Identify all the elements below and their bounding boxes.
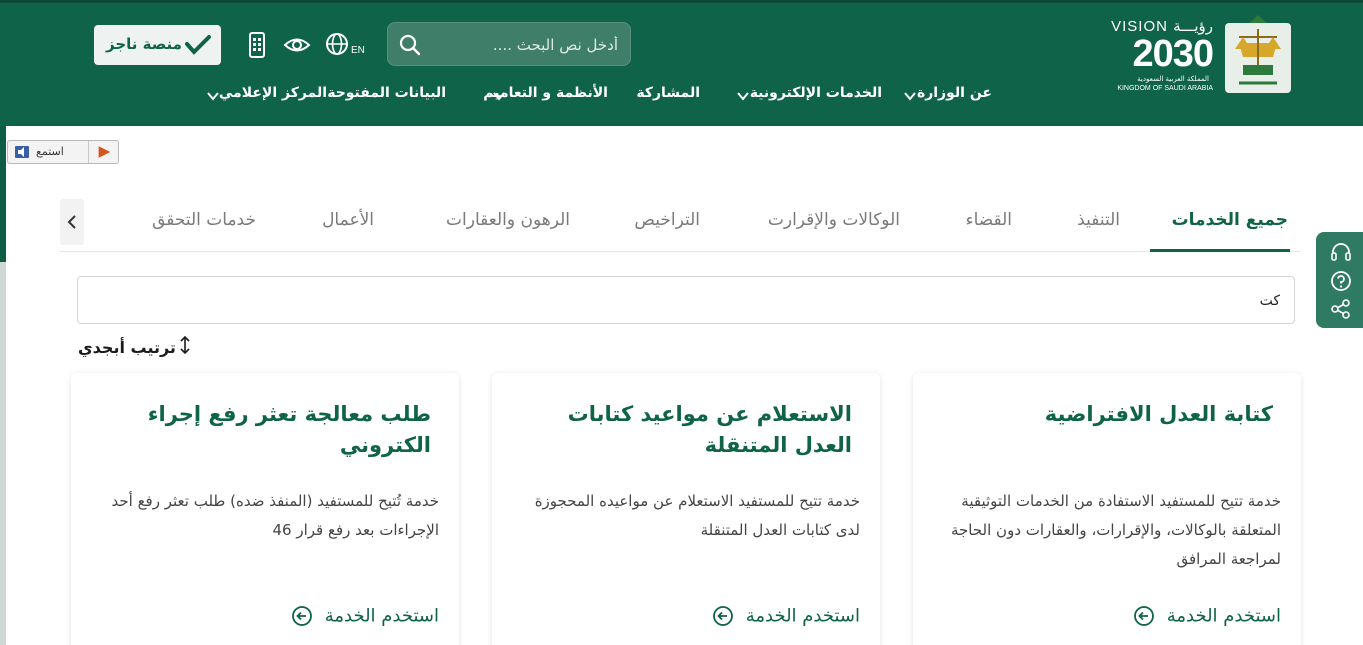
vision-2030-logo[interactable]: VISION رؤيـــة 2030 المملكة العربية السع… (1105, 15, 1214, 95)
nav-participation[interactable]: المشاركة (636, 85, 700, 101)
service-filter-input[interactable] (100, 289, 1280, 313)
service-card-description: خدمة تُتيح للمستفيد (المنفذ ضده) طلب تعث… (111, 492, 439, 539)
arrow-circle-left-icon (292, 606, 312, 626)
nav-open-data-label: البيانات المفتوحة (327, 85, 446, 101)
speaker-icon (15, 146, 29, 158)
use-service-label: استخدم الخدمة (324, 605, 439, 627)
service-card[interactable]: الاستعلام عن مواعيد كتابات العدل المتنقل… (492, 373, 880, 645)
use-service-link[interactable]: استخدم الخدمة (291, 605, 439, 631)
tab-licenses[interactable]: التراخيص (634, 210, 700, 230)
chevron-down-icon[interactable] (903, 89, 917, 103)
site-header: VISION رؤيـــة 2030 المملكة العربية السع… (0, 0, 1363, 126)
chevron-down-icon[interactable] (206, 89, 220, 103)
nav-eservices[interactable]: الخدمات الإلكترونية (750, 85, 882, 101)
eye-icon[interactable] (283, 31, 311, 59)
listen-button[interactable]: استمع (7, 140, 119, 164)
chevron-left-icon (67, 215, 76, 229)
service-card[interactable]: كتابة العدل الافتراضية خدمة تتيح للمستفي… (913, 373, 1301, 645)
headset-support-icon[interactable] (1330, 241, 1352, 263)
chevron-down-icon[interactable] (492, 89, 506, 103)
service-card[interactable]: طلب معالجة تعثر رفع إجراء الكتروني خدمة … (71, 373, 459, 645)
tab-execution[interactable]: التنفيذ (1077, 210, 1120, 230)
use-service-link[interactable]: استخدم الخدمة (1133, 605, 1281, 631)
tabs-scroll-left-button[interactable] (60, 199, 84, 245)
nav-media-center[interactable]: المركز الإعلامي (219, 85, 327, 101)
globe-icon[interactable] (324, 31, 352, 59)
nav-eservices-label: الخدمات الإلكترونية (749, 85, 882, 101)
service-filter-field (77, 276, 1295, 324)
vision-line-2: 2030 (1132, 33, 1214, 75)
chevron-down-icon[interactable] (736, 89, 750, 103)
tab-business[interactable]: الأعمال (322, 210, 374, 230)
tab-all-services[interactable]: جميع الخدمات (1172, 210, 1288, 230)
service-card-description: خدمة تتيح للمستفيد الاستفادة من الخدمات … (950, 492, 1281, 568)
mobile-app-icon[interactable] (243, 31, 271, 59)
sort-label: ترتيب أبجدي (78, 338, 176, 357)
tab-mortgages-realestate[interactable]: الرهون والعقارات (446, 210, 570, 230)
use-service-label: استخدم الخدمة (1166, 605, 1281, 627)
sort-arrows-icon (180, 336, 190, 355)
service-category-tabs: جميع الخدمات التنفيذ القضاء الوكالات وال… (60, 196, 1300, 252)
nav-about-ministry-label: عن الوزارة (916, 85, 992, 101)
service-card-title[interactable]: الاستعلام عن مواعيد كتابات العدل المتنقل… (512, 399, 852, 461)
najiz-platform-button[interactable]: منصة ناجز (94, 25, 221, 65)
tab-verification-services[interactable]: خدمات التحقق (152, 210, 256, 230)
search-input[interactable] (438, 33, 618, 57)
arrow-circle-left-icon (713, 606, 733, 626)
use-service-label: استخدم الخدمة (745, 605, 860, 627)
vision-line-3: المملكة العربية السعودية (1137, 75, 1209, 83)
main-nav: عن الوزارة الخدمات الإلكترونية المشاركة … (200, 85, 1000, 107)
listen-label: استمع (36, 145, 64, 158)
active-tab-indicator (1150, 249, 1290, 252)
nav-participation-label: المشاركة (636, 85, 700, 101)
arrow-circle-left-icon (1134, 606, 1154, 626)
najiz-label: منصة ناجز (106, 35, 182, 53)
nav-about-ministry[interactable]: عن الوزارة (917, 85, 992, 101)
help-question-icon[interactable] (1330, 270, 1352, 292)
nav-media-center-label: المركز الإعلامي (218, 85, 327, 101)
ministry-emblem-logo[interactable] (1225, 13, 1291, 95)
service-card-description: خدمة تتيح للمستفيد الاستعلام عن مواعيده … (534, 492, 860, 539)
nav-open-data[interactable]: البيانات المفتوحة (327, 85, 446, 101)
floating-side-panel (1316, 232, 1363, 328)
service-card-title[interactable]: طلب معالجة تعثر رفع إجراء الكتروني (91, 399, 431, 461)
tab-agencies[interactable]: الوكالات والإقرارت (768, 210, 900, 230)
use-service-link[interactable]: استخدم الخدمة (712, 605, 860, 631)
share-icon[interactable] (1330, 298, 1352, 320)
language-label[interactable]: EN (351, 45, 365, 56)
vision-line-4: KINGDOM OF SAUDI ARABIA (1117, 85, 1213, 92)
najiz-logo-icon (185, 35, 211, 55)
play-icon[interactable] (88, 141, 118, 163)
tab-judiciary[interactable]: القضاء (966, 210, 1012, 230)
search-icon[interactable] (398, 33, 422, 57)
header-search (387, 22, 631, 66)
service-card-title[interactable]: كتابة العدل الافتراضية (933, 399, 1273, 430)
